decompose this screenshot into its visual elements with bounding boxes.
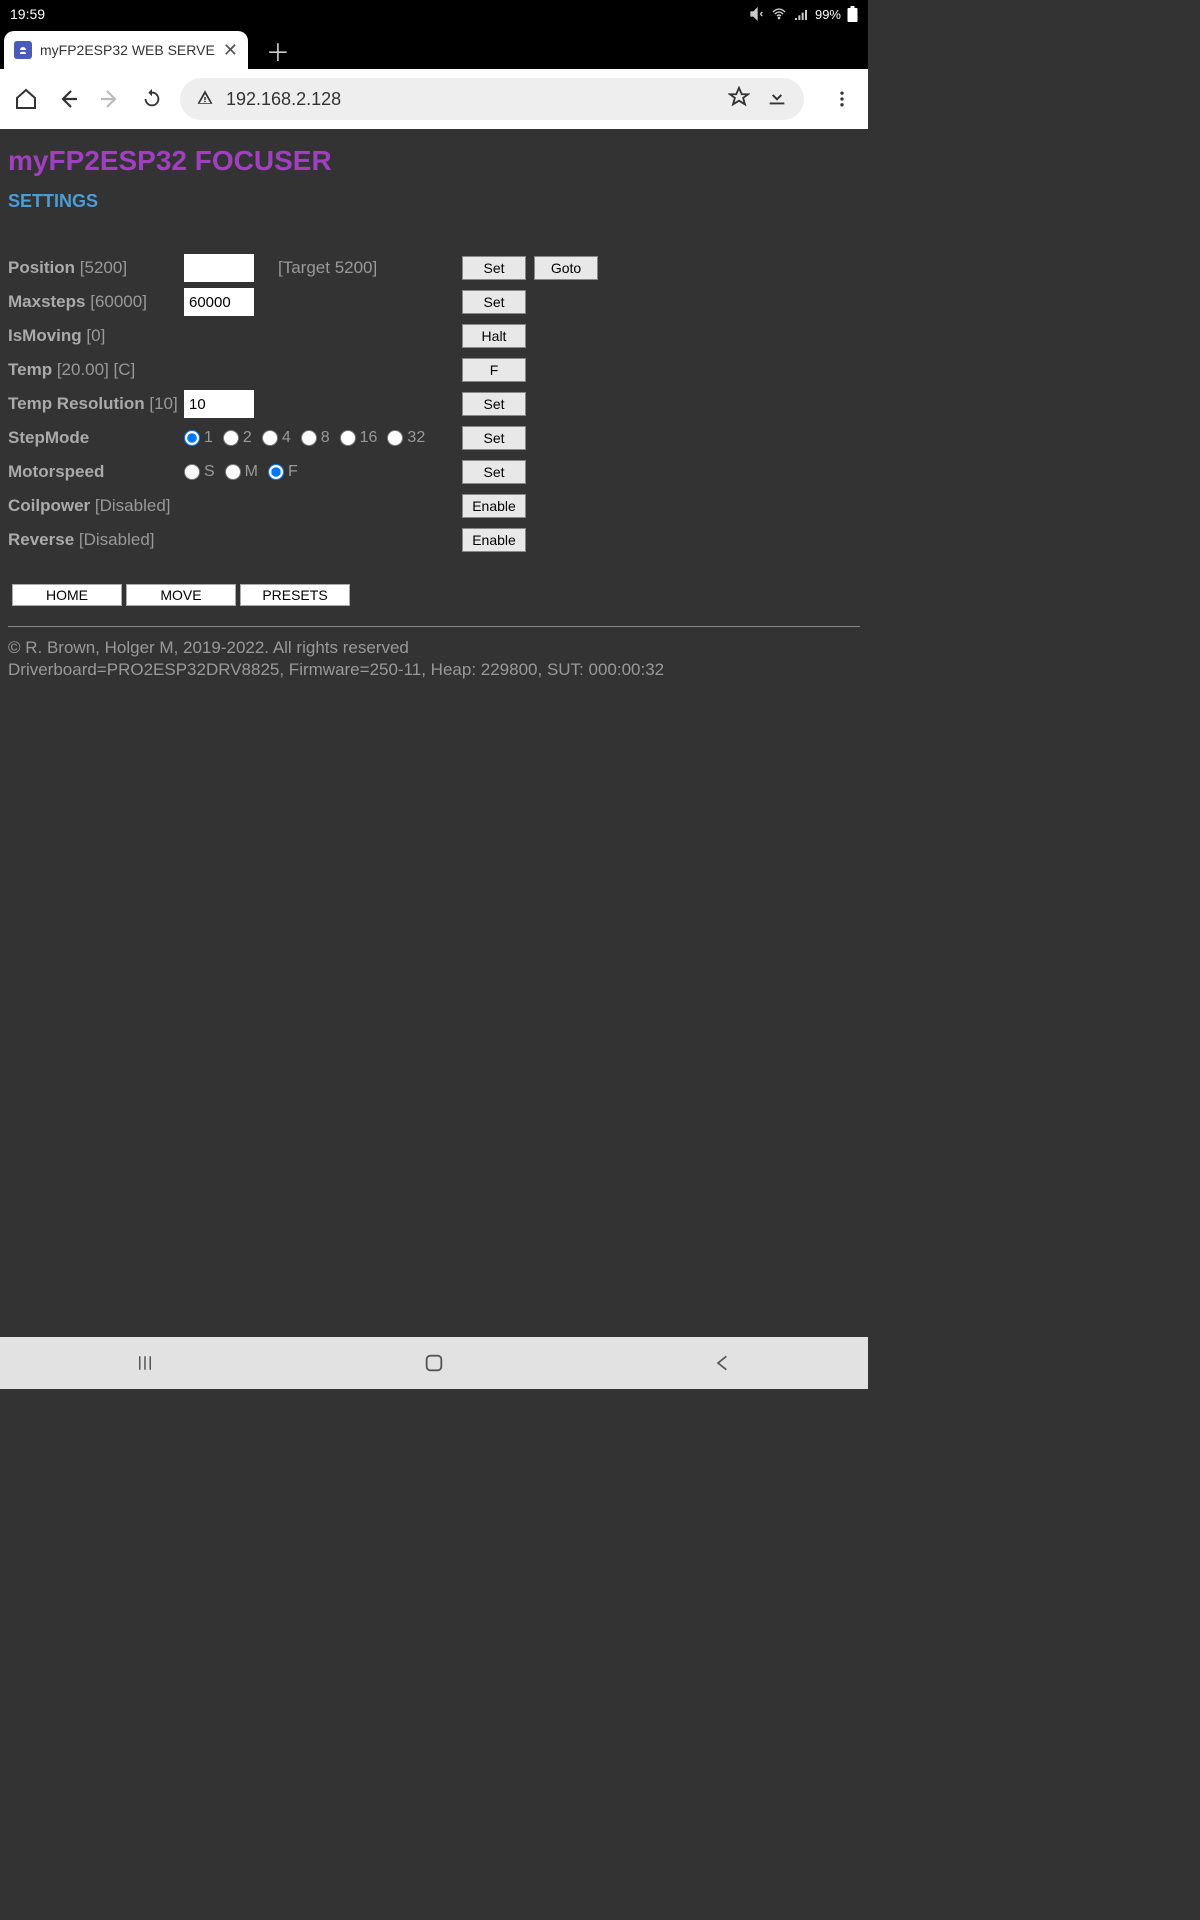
browser-tab[interactable]: myFP2ESP32 WEB SERVE ✕ [4,31,248,69]
stepmode-option-1[interactable] [184,430,200,446]
stepmode-set-button[interactable]: Set [462,426,526,450]
footer-copyright: © R. Brown, Holger M, 2019-2022. All rig… [8,637,860,659]
row-tempres: Temp Resolution [10] Set [8,388,860,420]
stepmode-label-2: 2 [243,429,252,447]
row-maxsteps: Maxsteps [60000] Set [8,286,860,318]
status-icons: 99% [749,6,858,22]
stepmode-label: StepMode [8,428,180,448]
back-nav-icon[interactable] [710,1350,736,1376]
nav-home-button[interactable]: HOME [12,584,122,606]
row-coilpower: Coilpower [Disabled] Enable [8,490,860,522]
ismoving-label: IsMoving [0] [8,326,180,346]
tab-favicon [14,41,32,59]
signal-icon [793,6,809,22]
tempres-input[interactable] [184,390,254,418]
motorspeed-option-S[interactable] [184,464,200,480]
row-reverse: Reverse [Disabled] Enable [8,524,860,556]
temp-unit-button[interactable]: F [462,358,526,382]
stepmode-label-32: 32 [407,429,425,447]
menu-icon[interactable] [828,85,856,113]
download-icon[interactable] [766,86,788,113]
status-time: 19:59 [10,6,45,22]
motorspeed-set-button[interactable]: Set [462,460,526,484]
footer-status: Driverboard=PRO2ESP32DRV8825, Firmware=2… [8,659,860,681]
page-title: myFP2ESP32 FOCUSER [8,145,860,177]
temp-label: Temp [20.00] [C] [8,360,180,380]
battery-text: 99% [815,7,841,22]
reverse-enable-button[interactable]: Enable [462,528,526,552]
motorspeed-label: Motorspeed [8,462,180,482]
bookmark-icon[interactable] [728,86,750,113]
maxsteps-set-button[interactable]: Set [462,290,526,314]
maxsteps-label: Maxsteps [60000] [8,292,180,312]
stepmode-label-8: 8 [321,429,330,447]
stepmode-option-4[interactable] [262,430,278,446]
motorspeed-label-F: F [288,463,298,481]
maxsteps-input[interactable] [184,288,254,316]
row-temp: Temp [20.00] [C] F [8,354,860,386]
battery-icon [847,6,858,22]
home-icon[interactable] [12,85,40,113]
nav-presets-button[interactable]: PRESETS [240,584,350,606]
separator [8,626,860,627]
motorspeed-option-F[interactable] [268,464,284,480]
wifi-icon [771,6,787,22]
position-set-button[interactable]: Set [462,256,526,280]
stepmode-option-32[interactable] [387,430,403,446]
halt-button[interactable]: Halt [462,324,526,348]
section-title: SETTINGS [8,191,860,212]
row-position: Position [5200] [Target 5200] Set Goto [8,252,860,284]
footer: © R. Brown, Holger M, 2019-2022. All rig… [8,637,860,681]
new-tab-button[interactable]: ＋ [248,31,308,69]
page-content: myFP2ESP32 FOCUSER SETTINGS Position [52… [0,129,868,1337]
android-nav-bar [0,1337,868,1389]
forward-icon[interactable] [96,85,124,113]
reverse-label: Reverse [Disabled] [8,530,180,550]
stepmode-option-8[interactable] [301,430,317,446]
position-target: [Target 5200] [278,258,458,278]
coilpower-enable-button[interactable]: Enable [462,494,526,518]
stepmode-label-1: 1 [204,429,213,447]
motorspeed-radios: SMF [184,463,458,481]
tempres-set-button[interactable]: Set [462,392,526,416]
stepmode-label-16: 16 [360,429,378,447]
row-ismoving: IsMoving [0] Halt [8,320,860,352]
tempres-label: Temp Resolution [10] [8,394,180,414]
stepmode-option-2[interactable] [223,430,239,446]
stepmode-label-4: 4 [282,429,291,447]
insecure-icon [196,88,214,111]
nav-buttons: HOME MOVE PRESETS [8,584,860,606]
reload-icon[interactable] [138,85,166,113]
recents-icon[interactable] [132,1350,158,1376]
back-icon[interactable] [54,85,82,113]
mute-icon [749,6,765,22]
row-motorspeed: Motorspeed S M F Set [8,456,860,488]
motorspeed-label-M: M [245,463,258,481]
motorspeed-label-S: S [204,463,215,481]
browser-url-bar: 192.168.2.128 [0,69,868,129]
home-nav-icon[interactable] [421,1350,447,1376]
url-text: 192.168.2.128 [226,89,341,110]
row-stepmode: StepMode 1 2 4 8 16 32 Set [8,422,860,454]
stepmode-option-16[interactable] [340,430,356,446]
close-icon[interactable]: ✕ [223,41,238,59]
url-input[interactable]: 192.168.2.128 [180,78,804,120]
position-goto-button[interactable]: Goto [534,256,598,280]
stepmode-radios: 1 2 4 8 16 32 [184,429,458,447]
browser-tab-bar: myFP2ESP32 WEB SERVE ✕ ＋ [0,28,868,69]
motorspeed-option-M[interactable] [225,464,241,480]
android-status-bar: 19:59 99% [0,0,868,28]
tab-title: myFP2ESP32 WEB SERVE [40,42,215,58]
coilpower-label: Coilpower [Disabled] [8,496,180,516]
nav-move-button[interactable]: MOVE [126,584,236,606]
position-label: Position [5200] [8,258,180,278]
position-input[interactable] [184,254,254,282]
